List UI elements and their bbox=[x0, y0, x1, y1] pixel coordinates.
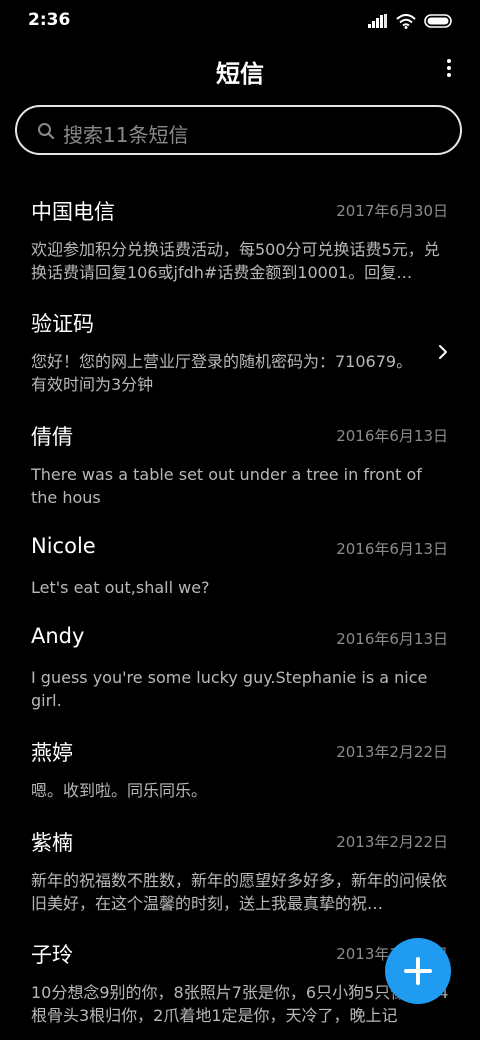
message-item-5[interactable]: Andy 2016年6月13日 I guess you're some luck… bbox=[0, 624, 480, 720]
message-sender: Andy bbox=[31, 624, 85, 648]
message-preview: There was a table set out under a tree i… bbox=[31, 465, 422, 507]
message-sender: 燕婷 bbox=[31, 741, 73, 765]
more-options-button[interactable] bbox=[442, 56, 456, 84]
message-preview: 嗯。收到啦。同乐同乐。 bbox=[31, 781, 208, 800]
message-sender: 中国电信 bbox=[31, 200, 115, 224]
message-item-4[interactable]: Nicole 2016年6月13日 Let's eat out,shall we… bbox=[0, 534, 480, 606]
status-icons bbox=[368, 12, 454, 30]
message-preview: I guess you're some lucky guy.Stephanie … bbox=[31, 668, 428, 710]
message-sender: 倩倩 bbox=[31, 425, 73, 449]
status-time: 2:36 bbox=[28, 10, 71, 30]
message-preview: 您好！您的网上营业厅登录的随机密码为：710679。有效时间为3分钟 bbox=[31, 352, 413, 394]
message-date: 2013年2月22日 bbox=[336, 743, 448, 761]
page-title: 短信 bbox=[216, 60, 264, 88]
search-placeholder: 搜索11条短信 bbox=[63, 123, 189, 147]
search-icon bbox=[38, 123, 55, 140]
message-item-6[interactable]: 燕婷 2013年2月22日 嗯。收到啦。同乐同乐。 bbox=[0, 737, 480, 809]
message-date: 2017年6月30日 bbox=[336, 202, 448, 220]
message-item-1[interactable]: 中国电信 2017年6月30日 欢迎参加积分兑换话费活动，每500分可兑换话费5… bbox=[0, 196, 480, 292]
message-item-2[interactable]: 验证码 您好！您的网上营业厅登录的随机密码为：710679。有效时间为3分钟 bbox=[0, 308, 480, 404]
message-sender: 紫楠 bbox=[31, 831, 73, 855]
message-date: 2016年6月13日 bbox=[336, 630, 448, 648]
header: 短信 bbox=[0, 42, 480, 98]
message-preview: Let's eat out,shall we? bbox=[31, 578, 210, 597]
chevron-right-icon bbox=[439, 345, 447, 359]
message-sender: 验证码 bbox=[31, 312, 94, 336]
message-date: 2016年6月13日 bbox=[336, 540, 448, 558]
message-preview: 10分想念9别的你，8张照片7张是你，6只小狗5只像你，4根骨头3根归你，2爪着… bbox=[31, 983, 449, 1025]
message-item-3[interactable]: 倩倩 2016年6月13日 There was a table set out … bbox=[0, 421, 480, 517]
message-date: 2013年2月22日 bbox=[336, 833, 448, 851]
message-preview: 新年的祝福数不胜数，新年的愿望好多好多，新年的问候依旧美好，在这个温馨的时刻，送… bbox=[31, 871, 448, 913]
message-preview: 欢迎参加积分兑换话费活动，每500分可兑换话费5元，兑换话费请回复106或jfd… bbox=[31, 240, 440, 282]
cellular-signal-icon bbox=[368, 14, 387, 28]
wifi-icon bbox=[396, 13, 416, 29]
more-vertical-icon bbox=[442, 59, 456, 77]
search-input[interactable]: 搜索11条短信 bbox=[15, 105, 462, 155]
message-sender: 子玲 bbox=[31, 943, 73, 967]
message-date: 2016年6月13日 bbox=[336, 427, 448, 445]
message-sender: Nicole bbox=[31, 534, 96, 558]
new-message-button[interactable] bbox=[385, 938, 451, 1004]
message-item-7[interactable]: 紫楠 2013年2月22日 新年的祝福数不胜数，新年的愿望好多好多，新年的问候依… bbox=[0, 827, 480, 923]
status-bar: 2:36 bbox=[0, 0, 480, 42]
battery-icon bbox=[424, 14, 452, 28]
